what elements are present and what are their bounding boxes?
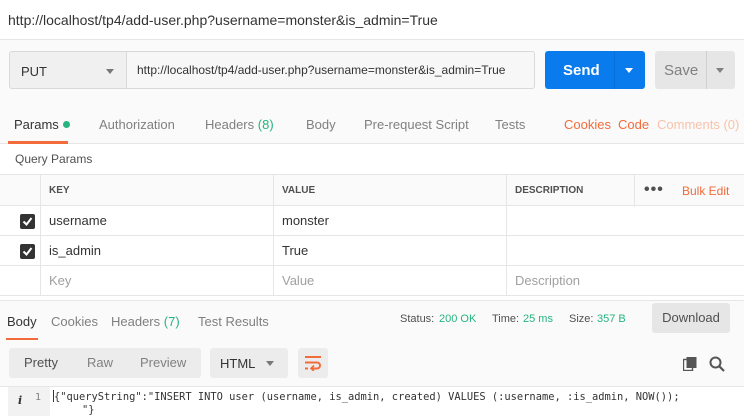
wrap-lines-button[interactable] (298, 348, 328, 378)
request-tabs: Params Authorization Headers (8) Body Pr… (0, 102, 744, 144)
view-raw-button[interactable]: Raw (87, 348, 113, 378)
tab-response-cookies[interactable]: Cookies (51, 314, 98, 329)
table-row: is_admin True (0, 236, 744, 266)
param-value[interactable]: monster (273, 206, 506, 236)
request-title-bar: http://localhost/tp4/add-user.php?userna… (0, 0, 744, 40)
new-description-input[interactable]: Description (506, 266, 744, 296)
time-value: 25 ms (523, 313, 553, 325)
tab-response-headers[interactable]: Headers (7) (111, 314, 180, 329)
tab-params-label: Params (14, 117, 59, 132)
tab-headers[interactable]: Headers (8) (205, 117, 274, 132)
param-key[interactable]: username (40, 206, 273, 236)
url-input[interactable]: http://localhost/tp4/add-user.php?userna… (126, 51, 535, 89)
send-button[interactable]: Send (545, 51, 645, 89)
check-icon (22, 217, 33, 227)
send-label: Send (563, 62, 600, 79)
tab-headers-count: (8) (257, 117, 274, 132)
response-tabs: Body Cookies Headers (7) Test Results St… (0, 300, 744, 341)
method-select[interactable]: PUT (9, 51, 126, 89)
active-tab-indicator (8, 141, 68, 144)
comments-link[interactable]: Comments (0) (657, 117, 739, 132)
param-description[interactable] (506, 206, 744, 236)
chevron-down-icon (106, 69, 114, 74)
tab-body[interactable]: Body (306, 117, 336, 132)
save-options-chevron-icon[interactable] (716, 68, 724, 73)
info-icon: i (18, 394, 23, 407)
param-key[interactable]: is_admin (40, 236, 273, 266)
tab-response-body[interactable]: Body (7, 314, 37, 329)
tab-prerequest-script[interactable]: Pre-request Script (364, 117, 469, 132)
column-description: DESCRIPTION (506, 175, 634, 207)
download-button[interactable]: Download (652, 303, 730, 333)
query-params-title: Query Params (15, 152, 93, 166)
size-label: Size: (569, 313, 594, 325)
param-value[interactable]: True (273, 236, 506, 266)
code-line-1: {"queryString":"INSERT INTO user (userna… (54, 391, 680, 403)
table-header-row: KEY VALUE DESCRIPTION ••• Bulk Edit (0, 174, 744, 207)
method-value: PUT (21, 64, 47, 79)
format-value: HTML (220, 356, 256, 371)
param-enabled-checkbox[interactable] (20, 214, 35, 229)
param-enabled-checkbox[interactable] (20, 244, 35, 259)
tab-authorization[interactable]: Authorization (99, 117, 175, 132)
table-row-new: Key Value Description (0, 266, 744, 296)
more-options-icon[interactable]: ••• (644, 175, 664, 205)
tab-response-headers-count: (7) (163, 314, 180, 329)
chevron-down-icon (266, 361, 274, 366)
copy-icon[interactable] (683, 357, 697, 371)
wrap-lines-icon (305, 356, 321, 371)
editor-gutter: i 1 (8, 387, 50, 416)
bulk-edit-link[interactable]: Bulk Edit (682, 175, 729, 207)
send-divider (614, 51, 615, 89)
view-pretty-button[interactable]: Pretty (24, 348, 58, 378)
table-row: username monster (0, 206, 744, 236)
column-key: KEY (40, 175, 273, 207)
tab-response-headers-label: Headers (111, 314, 161, 329)
save-divider (706, 51, 707, 89)
code-line-1-wrap: "} (82, 404, 95, 416)
request-title: http://localhost/tp4/add-user.php?userna… (8, 12, 438, 28)
new-key-input[interactable]: Key (40, 266, 273, 296)
column-value: VALUE (273, 175, 506, 207)
status-value: 200 OK (439, 313, 477, 325)
save-label: Save (664, 62, 699, 79)
cookies-link[interactable]: Cookies (564, 117, 611, 132)
active-dot-icon (62, 121, 70, 128)
tab-params[interactable]: Params (14, 117, 70, 132)
search-icon[interactable] (709, 356, 725, 372)
view-mode-group: Pretty Raw Preview (9, 348, 201, 378)
time-label: Time: (492, 313, 520, 325)
tab-test-results[interactable]: Test Results (198, 314, 269, 329)
format-select[interactable]: HTML (210, 348, 288, 378)
response-toolbar: Pretty Raw Preview HTML (0, 340, 744, 386)
new-value-input[interactable]: Value (273, 266, 506, 296)
check-icon (22, 247, 33, 257)
response-body-editor[interactable]: i 1 {"queryString":"INSERT INTO user (us… (0, 386, 744, 416)
status-label: Status: (400, 313, 435, 325)
send-options-chevron-icon[interactable] (625, 68, 633, 73)
tab-tests[interactable]: Tests (495, 117, 525, 132)
param-description[interactable] (506, 236, 744, 266)
view-preview-button[interactable]: Preview (140, 348, 186, 378)
request-bar: PUT http://localhost/tp4/add-user.php?us… (0, 40, 744, 102)
code-link[interactable]: Code (618, 117, 649, 132)
size-value: 357 B (597, 313, 626, 325)
column-actions: ••• Bulk Edit (634, 175, 744, 207)
line-number: 1 (35, 392, 42, 403)
save-button[interactable]: Save (655, 51, 735, 89)
tab-headers-label: Headers (205, 117, 255, 132)
